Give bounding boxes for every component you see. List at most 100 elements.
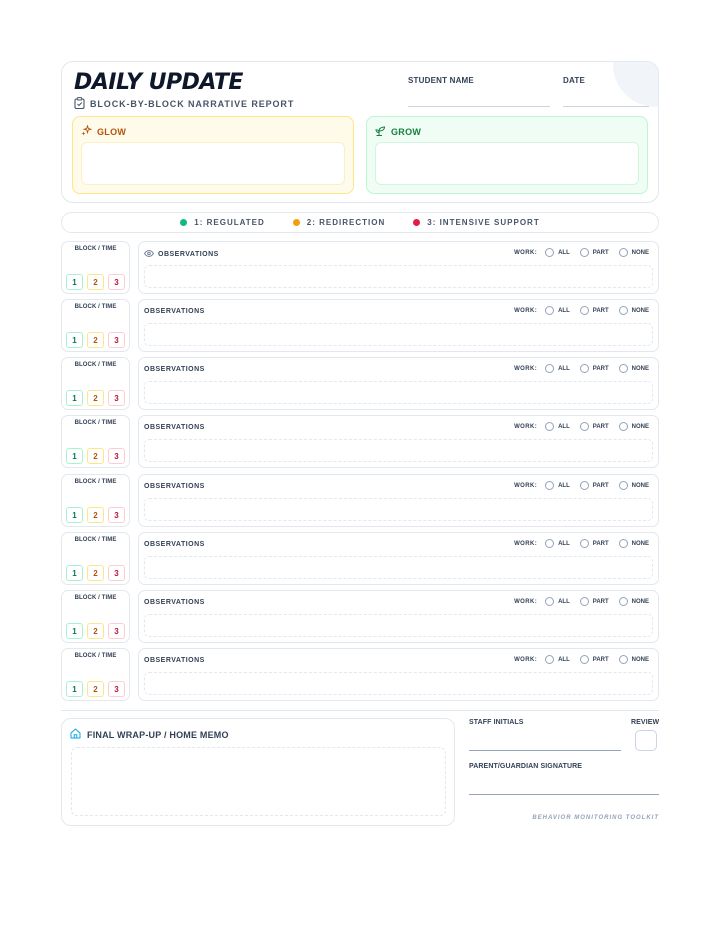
wrap-up-text-area[interactable]: [71, 747, 446, 816]
work-option-none[interactable]: NONE: [618, 248, 649, 257]
work-option-none[interactable]: NONE: [618, 422, 649, 431]
radio-button[interactable]: [579, 248, 589, 257]
eye-icon: [144, 250, 154, 259]
glow-text-area[interactable]: [81, 142, 345, 185]
observations-text-area[interactable]: [144, 556, 653, 579]
radio-button[interactable]: [618, 597, 628, 606]
radio-button[interactable]: [545, 597, 555, 606]
student-name-label: STUDENT NAME: [408, 76, 474, 85]
work-option-all[interactable]: ALL: [545, 539, 570, 548]
work-option-none[interactable]: NONE: [618, 539, 649, 548]
work-option-all[interactable]: ALL: [545, 655, 570, 664]
work-option-part[interactable]: PART: [579, 597, 609, 606]
wrap-up-card: FINAL WRAP-UP / HOME MEMO: [61, 718, 455, 826]
work-option-part[interactable]: PART: [579, 364, 609, 373]
work-option-none[interactable]: NONE: [618, 597, 649, 606]
work-option-none[interactable]: NONE: [618, 364, 649, 373]
level-1-button[interactable]: 1: [66, 623, 83, 639]
glow-section: GLOW: [72, 116, 354, 194]
level-3-button[interactable]: 3: [108, 507, 125, 523]
level-1-button[interactable]: 1: [66, 565, 83, 581]
work-option-all[interactable]: ALL: [545, 364, 570, 373]
radio-button[interactable]: [579, 539, 589, 548]
work-option-part[interactable]: PART: [579, 481, 609, 490]
level-3-button[interactable]: 3: [108, 623, 125, 639]
block-time-card: BLOCK / TIME 1 2 3: [61, 532, 130, 585]
level-2-button[interactable]: 2: [87, 623, 104, 639]
date-field[interactable]: [563, 106, 649, 107]
radio-button[interactable]: [545, 539, 555, 548]
radio-button[interactable]: [545, 306, 555, 315]
work-option-none[interactable]: NONE: [618, 306, 649, 315]
observations-title: OBSERVATIONS: [144, 424, 205, 431]
observations-text-area[interactable]: [144, 323, 653, 346]
level-1-button[interactable]: 1: [66, 681, 83, 697]
radio-button[interactable]: [618, 422, 628, 431]
staff-initials-field[interactable]: [469, 750, 621, 751]
level-2-button[interactable]: 2: [87, 332, 104, 348]
parent-signature-label: PARENT/GUARDIAN SIGNATURE: [469, 763, 583, 770]
radio-button[interactable]: [618, 481, 628, 490]
radio-button[interactable]: [545, 364, 555, 373]
level-1-button[interactable]: 1: [66, 332, 83, 348]
work-option-all[interactable]: ALL: [545, 597, 570, 606]
observations-text-area[interactable]: [144, 439, 653, 462]
review-checkbox[interactable]: [635, 730, 657, 751]
radio-button[interactable]: [618, 655, 628, 664]
work-option-all[interactable]: ALL: [545, 306, 570, 315]
work-option-none[interactable]: NONE: [618, 655, 649, 664]
level-3-button[interactable]: 3: [108, 565, 125, 581]
grow-text-area[interactable]: [375, 142, 639, 185]
observations-text-area[interactable]: [144, 672, 653, 695]
radio-button[interactable]: [545, 481, 555, 490]
observations-text-area[interactable]: [144, 498, 653, 521]
radio-button[interactable]: [545, 655, 555, 664]
work-option-all[interactable]: ALL: [545, 248, 570, 257]
level-1-button[interactable]: 1: [66, 507, 83, 523]
level-1-button[interactable]: 1: [66, 274, 83, 290]
radio-button[interactable]: [579, 481, 589, 490]
work-option-part[interactable]: PART: [579, 422, 609, 431]
level-2-button[interactable]: 2: [87, 565, 104, 581]
level-2-button[interactable]: 2: [87, 507, 104, 523]
observations-text-area[interactable]: [144, 265, 653, 288]
radio-button[interactable]: [545, 422, 555, 431]
work-option-part[interactable]: PART: [579, 248, 609, 257]
level-3-button[interactable]: 3: [108, 274, 125, 290]
page-subtitle: BLOCK-BY-BLOCK NARRATIVE REPORT: [74, 97, 294, 111]
observations-text-area[interactable]: [144, 381, 653, 404]
radio-button[interactable]: [618, 364, 628, 373]
radio-button[interactable]: [579, 655, 589, 664]
level-1-button[interactable]: 1: [66, 390, 83, 406]
level-2-button[interactable]: 2: [87, 274, 104, 290]
footer-credit: BEHAVIOR MONITORING TOOLKIT: [532, 815, 659, 821]
level-2-button[interactable]: 2: [87, 448, 104, 464]
radio-button[interactable]: [579, 306, 589, 315]
parent-signature-field[interactable]: [469, 794, 659, 795]
work-option-all[interactable]: ALL: [545, 481, 570, 490]
radio-button[interactable]: [618, 539, 628, 548]
radio-button[interactable]: [579, 597, 589, 606]
level-2-button[interactable]: 2: [87, 681, 104, 697]
level-3-button[interactable]: 3: [108, 448, 125, 464]
work-option-part[interactable]: PART: [579, 539, 609, 548]
level-3-button[interactable]: 3: [108, 390, 125, 406]
level-2-button[interactable]: 2: [87, 390, 104, 406]
radio-button[interactable]: [545, 248, 555, 257]
level-3-button[interactable]: 3: [108, 681, 125, 697]
work-option-part[interactable]: PART: [579, 655, 609, 664]
radio-button[interactable]: [618, 306, 628, 315]
student-name-field[interactable]: [408, 106, 550, 107]
work-option-part[interactable]: PART: [579, 306, 609, 315]
work-option-none[interactable]: NONE: [618, 481, 649, 490]
level-3-button[interactable]: 3: [108, 332, 125, 348]
block-row: BLOCK / TIME 1 2 3 OBSERVATIONS WORK: AL…: [61, 474, 659, 527]
radio-button[interactable]: [618, 248, 628, 257]
work-option-all[interactable]: ALL: [545, 422, 570, 431]
level-1-button[interactable]: 1: [66, 448, 83, 464]
work-completion: WORK: ALL PART NONE: [514, 306, 649, 315]
observations-text-area[interactable]: [144, 614, 653, 637]
radio-button[interactable]: [579, 364, 589, 373]
work-completion: WORK: ALL PART NONE: [514, 539, 649, 548]
radio-button[interactable]: [579, 422, 589, 431]
